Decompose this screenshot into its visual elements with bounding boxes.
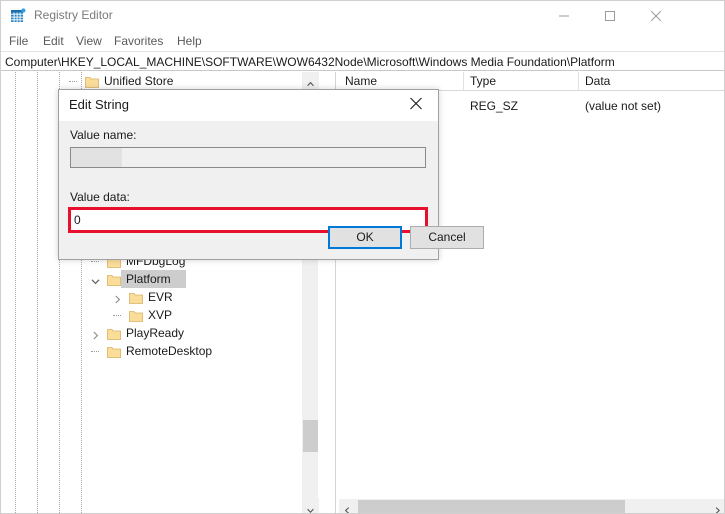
menu-edit[interactable]: Edit: [38, 33, 69, 50]
close-icon: [410, 97, 423, 113]
registry-path: Computer\HKEY_LOCAL_MACHINE\SOFTWARE\WOW…: [5, 55, 615, 69]
list-scroll-thumb[interactable]: [358, 500, 625, 514]
tree-item-evr[interactable]: EVR: [1, 288, 311, 306]
cancel-button[interactable]: Cancel: [410, 226, 484, 249]
chevron-right-icon[interactable]: [90, 328, 101, 339]
tree-scroll-down-button[interactable]: [302, 498, 319, 514]
window-titlebar: Registry Editor: [1, 1, 725, 31]
close-icon: [650, 10, 662, 22]
tree-guide-stub: [69, 81, 77, 82]
value-name-label: Value name:: [70, 128, 137, 142]
registry-editor-icon: [10, 8, 26, 24]
tree-item-label: Platform: [126, 270, 171, 288]
chevron-right-icon[interactable]: [112, 292, 123, 303]
menu-help[interactable]: Help: [172, 33, 207, 50]
edit-string-dialog: Edit String Value name: Value data: OK C…: [58, 89, 439, 260]
tree-scroll-up-button[interactable]: [302, 72, 319, 89]
chevron-up-icon: [307, 77, 314, 84]
menu-view[interactable]: View: [71, 33, 107, 50]
folder-icon: [107, 327, 121, 339]
value-name-input[interactable]: [70, 147, 426, 168]
minimize-button[interactable]: [541, 1, 587, 31]
menu-favorites[interactable]: Favorites: [109, 33, 168, 50]
values-horizontal-scrollbar[interactable]: [339, 498, 725, 514]
list-scroll-right-button[interactable]: [709, 499, 725, 514]
maximize-icon: [605, 11, 615, 21]
tree-item-label: XVP: [148, 306, 172, 324]
folder-icon: [129, 291, 143, 303]
address-bar[interactable]: Computer\HKEY_LOCAL_MACHINE\SOFTWARE\WOW…: [1, 51, 725, 71]
tree-item-label: RemoteDesktop: [126, 342, 212, 360]
menu-bar: File Edit View Favorites Help: [1, 31, 725, 51]
tree-item-unified-store[interactable]: Unified Store: [1, 72, 311, 90]
cell-data: (value not set): [579, 97, 725, 115]
tree-scroll-thumb[interactable]: [303, 420, 318, 452]
chevron-down-icon[interactable]: [90, 274, 101, 285]
menu-file[interactable]: File: [4, 33, 33, 50]
tree-item-remotedesktop[interactable]: RemoteDesktop: [1, 342, 311, 360]
close-window-button[interactable]: [633, 1, 679, 31]
tree-item-label: Unified Store: [104, 72, 173, 90]
chevron-right-icon: [714, 503, 721, 510]
window-title: Registry Editor: [34, 8, 113, 22]
folder-icon: [107, 273, 121, 285]
tree-item-xvp[interactable]: XVP: [1, 306, 311, 324]
dialog-titlebar: Edit String: [59, 90, 438, 121]
cell-type: REG_SZ: [464, 97, 579, 115]
tree-guide-stub: [91, 351, 99, 352]
tree-item-label: PlayReady: [126, 324, 184, 342]
maximize-button[interactable]: [587, 1, 633, 31]
list-scroll-left-button[interactable]: [339, 499, 356, 514]
tree-item-platform[interactable]: Platform: [1, 270, 311, 288]
folder-icon: [107, 345, 121, 357]
dialog-close-button[interactable]: [394, 90, 438, 120]
column-header-data[interactable]: Data: [579, 72, 725, 90]
tree-item-playready[interactable]: PlayReady: [1, 324, 311, 342]
tree-guide-stub: [91, 261, 99, 262]
ok-button[interactable]: OK: [328, 226, 402, 249]
dialog-title: Edit String: [69, 97, 129, 112]
tree-guide-stub: [113, 315, 121, 316]
tree-item-label: EVR: [148, 288, 173, 306]
folder-icon: [129, 309, 143, 321]
column-header-name[interactable]: Name: [339, 72, 464, 90]
column-header-type[interactable]: Type: [464, 72, 579, 90]
chevron-left-icon: [344, 503, 351, 510]
minimize-icon: [559, 16, 569, 17]
chevron-down-icon: [307, 503, 314, 510]
folder-icon: [85, 75, 99, 87]
value-data-label: Value data:: [70, 190, 130, 204]
registry-editor-window: Registry Editor File Edit View Favorites…: [0, 0, 725, 514]
